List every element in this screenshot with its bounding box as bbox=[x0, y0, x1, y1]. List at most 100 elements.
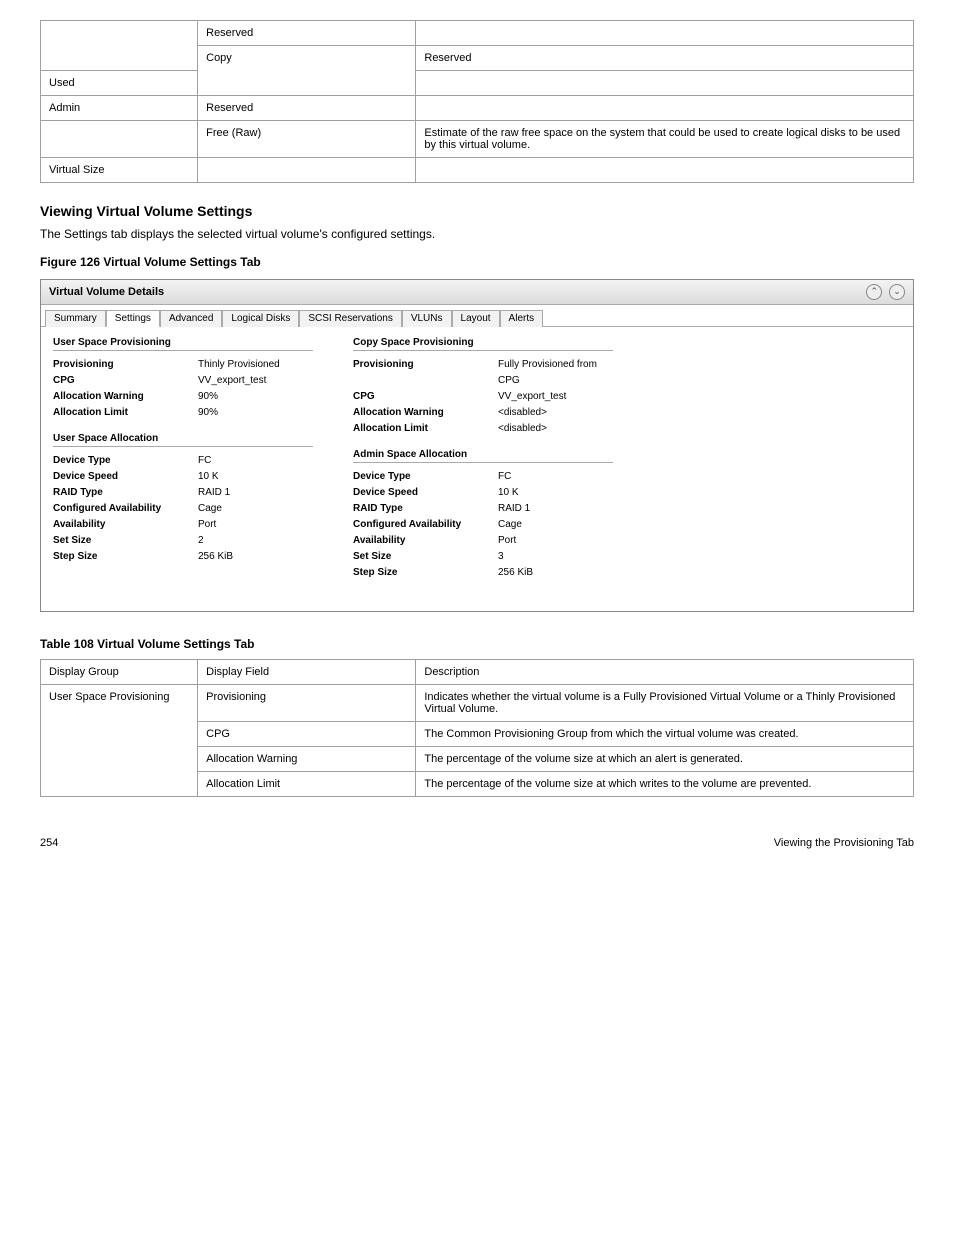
kv-row: Allocation Limit<disabled> bbox=[353, 421, 613, 437]
tab-settings[interactable]: Settings bbox=[106, 310, 160, 327]
cell-group: Copy bbox=[198, 46, 416, 96]
kv-value: Fully Provisioned from CPG bbox=[498, 357, 613, 389]
kv-row: ProvisioningFully Provisioned from CPG bbox=[353, 357, 613, 389]
table-b-caption: Table 108 Virtual Volume Settings Tab bbox=[40, 637, 914, 651]
tab-layout[interactable]: Layout bbox=[452, 310, 500, 327]
cell-group: Virtual Size bbox=[41, 158, 198, 183]
table-a: Reserved Copy Reserved Used Admin Reserv… bbox=[40, 20, 914, 183]
table-row: Reserved bbox=[41, 21, 914, 46]
tab-row: Summary Settings Advanced Logical Disks … bbox=[41, 305, 913, 327]
kv-value: 3 bbox=[498, 549, 613, 565]
kv-row: CPGVV_export_test bbox=[53, 373, 313, 389]
kv-label: Device Speed bbox=[353, 485, 498, 501]
kv-value: Cage bbox=[498, 517, 613, 533]
kv-label: Provisioning bbox=[353, 357, 498, 389]
kv-value: 90% bbox=[198, 389, 313, 405]
kv-label: Step Size bbox=[353, 565, 498, 581]
cell-group: User Space Provisioning bbox=[41, 685, 198, 797]
cell-desc: Estimate of the raw free space on the sy… bbox=[416, 121, 914, 158]
header-display-field: Display Field bbox=[198, 660, 416, 685]
kv-row: Set Size3 bbox=[353, 549, 613, 565]
cell-field: Allocation Warning bbox=[198, 747, 416, 772]
cell-desc: The Common Provisioning Group from which… bbox=[416, 722, 914, 747]
cell-desc: Indicates whether the virtual volume is … bbox=[416, 685, 914, 722]
table-header-row: Display Group Display Field Description bbox=[41, 660, 914, 685]
kv-label: Availability bbox=[353, 533, 498, 549]
cell-empty bbox=[41, 21, 198, 71]
kv-value: Port bbox=[498, 533, 613, 549]
kv-row: Step Size256 KiB bbox=[353, 565, 613, 581]
expand-icon[interactable]: ⌄ bbox=[889, 284, 905, 300]
user-space-allocation-title: User Space Allocation bbox=[53, 433, 313, 447]
kv-row: CPGVV_export_test bbox=[353, 389, 613, 405]
kv-row: Allocation Warning90% bbox=[53, 389, 313, 405]
kv-label: Set Size bbox=[353, 549, 498, 565]
kv-value: VV_export_test bbox=[498, 389, 613, 405]
kv-value: 90% bbox=[198, 405, 313, 421]
kv-row: AvailabilityPort bbox=[353, 533, 613, 549]
kv-value: <disabled> bbox=[498, 421, 613, 437]
kv-row: Configured AvailabilityCage bbox=[53, 501, 313, 517]
page-number: 254 bbox=[40, 837, 58, 849]
kv-label: RAID Type bbox=[353, 501, 498, 517]
table-row: User Space Provisioning Provisioning Ind… bbox=[41, 685, 914, 722]
kv-row: RAID TypeRAID 1 bbox=[53, 485, 313, 501]
section-body: The Settings tab displays the selected v… bbox=[40, 227, 914, 241]
kv-row: Device TypeFC bbox=[353, 469, 613, 485]
tab-vluns[interactable]: VLUNs bbox=[402, 310, 452, 327]
vv-details-panel: Virtual Volume Details ⌃ ⌄ Summary Setti… bbox=[40, 279, 914, 612]
table-row: Virtual Size bbox=[41, 158, 914, 183]
kv-label: Device Type bbox=[53, 453, 198, 469]
panel-header: Virtual Volume Details ⌃ ⌄ bbox=[41, 280, 913, 305]
tab-alerts[interactable]: Alerts bbox=[500, 310, 544, 327]
kv-label: CPG bbox=[353, 389, 498, 405]
panel-body: User Space Provisioning ProvisioningThin… bbox=[41, 327, 913, 611]
cell-field: Provisioning bbox=[198, 685, 416, 722]
kv-label: Availability bbox=[53, 517, 198, 533]
tab-summary[interactable]: Summary bbox=[45, 310, 106, 327]
panel-header-icons: ⌃ ⌄ bbox=[862, 284, 905, 300]
kv-row: Device TypeFC bbox=[53, 453, 313, 469]
cell-field: Reserved bbox=[198, 21, 416, 46]
table-row: Admin Reserved bbox=[41, 96, 914, 121]
kv-value: RAID 1 bbox=[498, 501, 613, 517]
kv-label: Step Size bbox=[53, 549, 198, 565]
table-row: Used bbox=[41, 71, 914, 96]
kv-label: Allocation Warning bbox=[353, 405, 498, 421]
cell-field: Reserved bbox=[198, 96, 416, 121]
cell-desc bbox=[416, 96, 914, 121]
kv-value: 256 KiB bbox=[198, 549, 313, 565]
tab-advanced[interactable]: Advanced bbox=[160, 310, 222, 327]
cell-desc bbox=[416, 21, 914, 46]
cell-field bbox=[198, 158, 416, 183]
kv-label: Allocation Limit bbox=[53, 405, 198, 421]
cell-field: CPG bbox=[198, 722, 416, 747]
kv-value: 10 K bbox=[198, 469, 313, 485]
tab-logical-disks[interactable]: Logical Disks bbox=[222, 310, 299, 327]
kv-label: Allocation Warning bbox=[53, 389, 198, 405]
page-footer: 254 Viewing the Provisioning Tab bbox=[40, 837, 914, 849]
cell-desc: The percentage of the volume size at whi… bbox=[416, 772, 914, 797]
kv-row: Configured AvailabilityCage bbox=[353, 517, 613, 533]
kv-value: 256 KiB bbox=[498, 565, 613, 581]
cell-group: Admin bbox=[41, 96, 198, 121]
collapse-icon[interactable]: ⌃ bbox=[866, 284, 882, 300]
header-display-group: Display Group bbox=[41, 660, 198, 685]
kv-row: Step Size256 KiB bbox=[53, 549, 313, 565]
tab-scsi-reservations[interactable]: SCSI Reservations bbox=[299, 310, 401, 327]
kv-value: Thinly Provisioned bbox=[198, 357, 313, 373]
kv-label: CPG bbox=[53, 373, 198, 389]
kv-row: Set Size2 bbox=[53, 533, 313, 549]
kv-value: RAID 1 bbox=[198, 485, 313, 501]
footer-title: Viewing the Provisioning Tab bbox=[774, 837, 914, 849]
table-row: Free (Raw) Estimate of the raw free spac… bbox=[41, 121, 914, 158]
kv-row: Device Speed10 K bbox=[53, 469, 313, 485]
panel-title: Virtual Volume Details bbox=[49, 286, 164, 298]
user-space-column: User Space Provisioning ProvisioningThin… bbox=[53, 337, 313, 581]
cell-desc bbox=[416, 71, 914, 96]
kv-value: <disabled> bbox=[498, 405, 613, 421]
cell-field: Allocation Limit bbox=[198, 772, 416, 797]
admin-space-allocation-title: Admin Space Allocation bbox=[353, 449, 613, 463]
figure-caption: Figure 126 Virtual Volume Settings Tab bbox=[40, 255, 914, 269]
kv-row: RAID TypeRAID 1 bbox=[353, 501, 613, 517]
